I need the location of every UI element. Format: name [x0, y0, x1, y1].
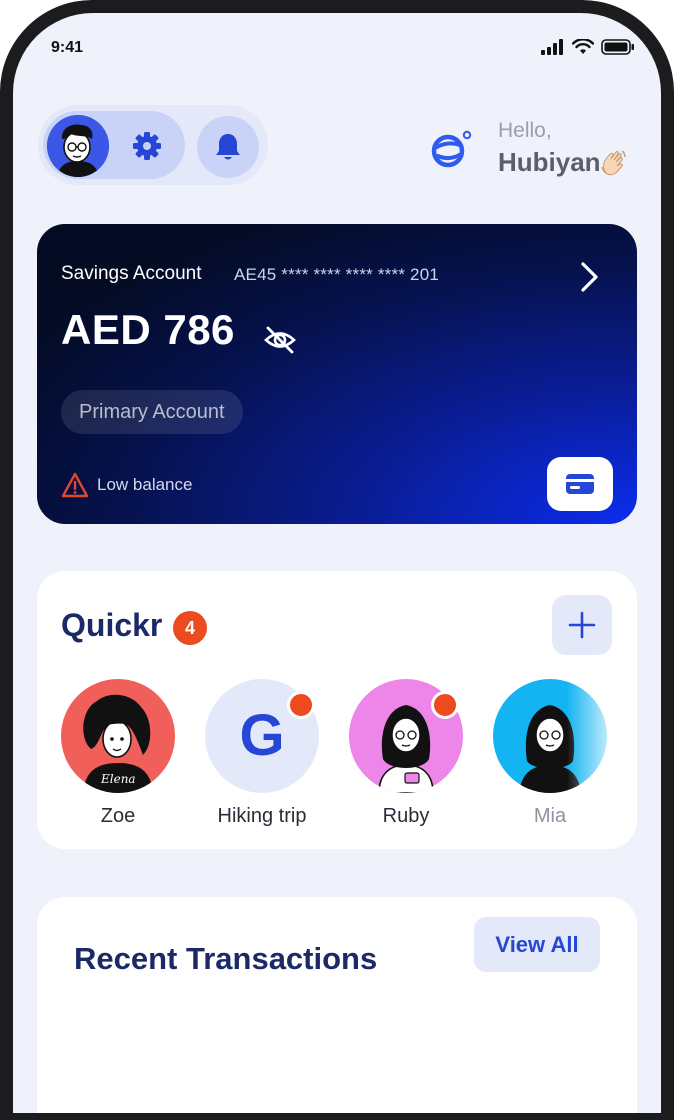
wifi-icon [572, 39, 594, 54]
signal-icon [541, 39, 563, 55]
svg-text:Elena: Elena [100, 772, 136, 786]
primary-account-tag: Primary Account [61, 390, 243, 434]
status-time: 9:41 [51, 39, 84, 56]
user-avatar[interactable] [47, 115, 109, 177]
contact-avatar [493, 679, 607, 793]
contact-mia[interactable]: Mia [480, 679, 620, 828]
plus-icon [568, 611, 596, 639]
zoe-avatar-illustration: Elena [83, 694, 153, 793]
greeting-hello: Hello, [498, 119, 552, 142]
low-balance-warning: Low balance [97, 475, 193, 494]
quickr-section: Quickr 4 Elena Zoe G Hiking trip Ruby Mi… [37, 571, 637, 849]
contact-avatar: Elena [61, 679, 175, 793]
warning-icon [61, 472, 89, 498]
account-number: AE45 **** **** **** **** 201 [234, 265, 440, 284]
credit-card-icon [566, 474, 594, 494]
add-quickr-button[interactable] [552, 595, 612, 655]
unread-dot [287, 691, 315, 719]
app-screen: 9:41 Hello, Hubiyan Savings Account AE45… [13, 13, 661, 1113]
contact-name: Mia [533, 805, 567, 827]
recent-transactions-section: Recent Transactions View All [37, 897, 637, 1113]
battery-icon [601, 39, 634, 55]
contact-zoe[interactable]: Elena Zoe [48, 679, 188, 828]
quickr-title: Quickr [61, 607, 163, 643]
contact-hiking-trip[interactable]: G Hiking trip [192, 679, 332, 828]
contact-name: Zoe [100, 805, 136, 827]
account-type: Savings Account [61, 263, 202, 284]
status-icons [541, 39, 635, 55]
contact-name: Hiking trip [217, 805, 307, 827]
account-balance: AED 786 [61, 306, 235, 353]
savings-account-card[interactable]: Savings Account AE45 **** **** **** ****… [37, 224, 637, 524]
greeting-name: Hubiyan [498, 147, 601, 177]
contact-ruby[interactable]: Ruby [336, 679, 476, 828]
chevron-right-icon[interactable] [575, 260, 603, 294]
contact-name: Ruby [382, 805, 430, 827]
avatar-illustration [47, 115, 109, 177]
recent-transactions-title: Recent Transactions [74, 941, 378, 976]
unread-dot [431, 691, 459, 719]
quickr-count-badge: 4 [173, 611, 207, 645]
eye-off-icon[interactable] [263, 323, 297, 357]
mia-avatar-illustration [519, 705, 581, 793]
view-all-button[interactable]: View All [474, 917, 600, 972]
settings-gear-icon[interactable] [131, 130, 163, 162]
notification-button[interactable] [197, 116, 259, 178]
bell-icon [216, 134, 240, 160]
phone-frame: 9:41 Hello, Hubiyan Savings Account AE45… [0, 0, 674, 1120]
card-button[interactable] [547, 457, 613, 511]
brand-logo-icon [431, 130, 472, 168]
waving-hand-icon [601, 150, 626, 176]
